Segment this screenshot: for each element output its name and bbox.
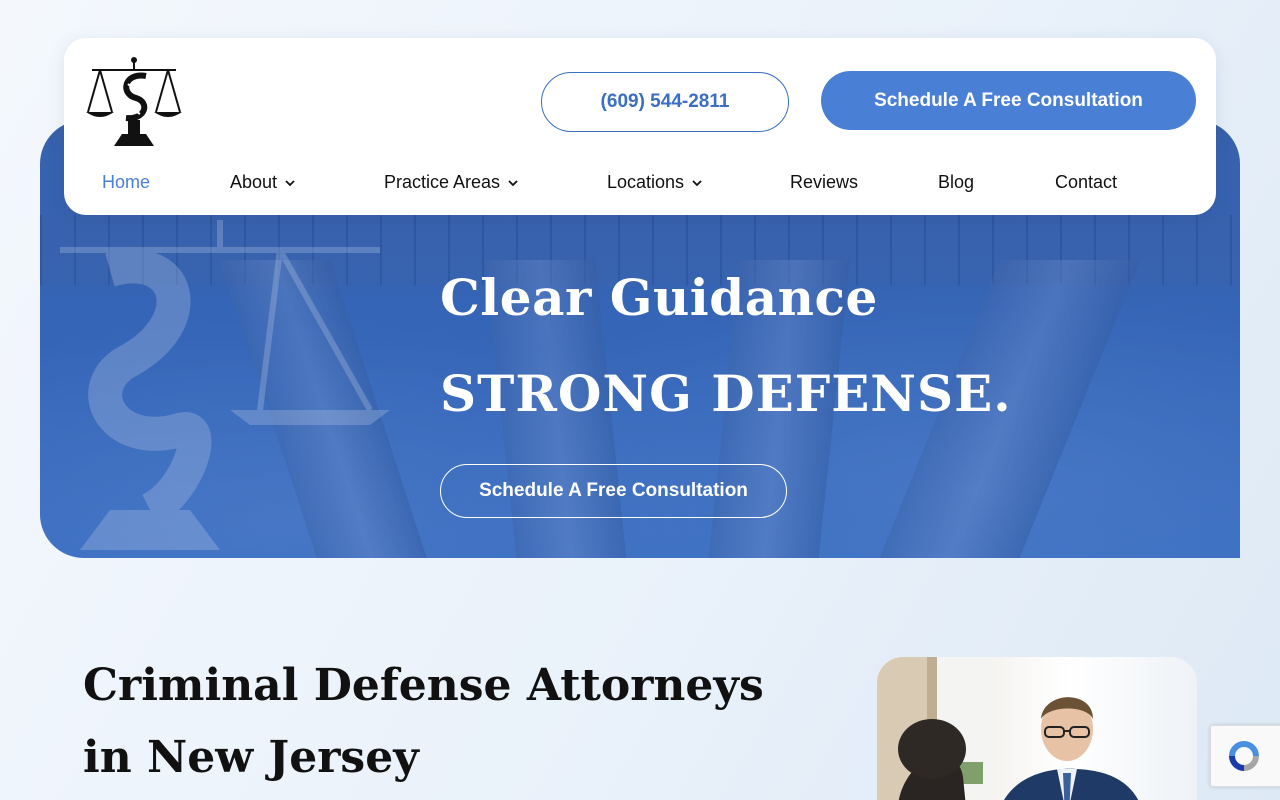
nav-item-label: Locations xyxy=(607,172,685,192)
nav-item-label: Blog xyxy=(938,172,975,192)
nav-item-about[interactable]: About xyxy=(230,172,295,193)
nav-item-blog[interactable]: Blog xyxy=(938,172,974,193)
nav-item-home[interactable]: Home xyxy=(102,172,150,193)
nav-item-label: Home xyxy=(102,172,151,192)
nav-item-label: Contact xyxy=(1055,172,1118,192)
header-consultation-button[interactable]: Schedule A Free Consultation xyxy=(821,71,1196,130)
scales-of-justice-logo[interactable] xyxy=(84,54,184,148)
recaptcha-badge[interactable] xyxy=(1210,725,1280,787)
recaptcha-icon xyxy=(1229,741,1259,771)
main-nav: Home About Practice Areas Locations Revi… xyxy=(64,168,1216,200)
nav-item-reviews[interactable]: Reviews xyxy=(790,172,858,193)
nav-item-label: About xyxy=(230,172,278,192)
hero-title-line2: STRONG DEFENSE. xyxy=(440,364,1012,423)
nav-item-label: Reviews xyxy=(790,172,859,192)
nav-item-locations[interactable]: Locations xyxy=(607,172,702,193)
chevron-down-icon xyxy=(285,179,295,186)
chevron-down-icon xyxy=(508,179,518,186)
hero-title-line1: Clear Guidance xyxy=(440,268,878,327)
attorney-photo-illustration xyxy=(877,657,1139,800)
hero-consultation-button[interactable]: Schedule A Free Consultation xyxy=(440,464,787,518)
nav-item-practice-areas[interactable]: Practice Areas xyxy=(384,172,518,193)
attorney-photo xyxy=(877,657,1197,800)
nav-item-contact[interactable]: Contact xyxy=(1055,172,1117,193)
chevron-down-icon xyxy=(692,179,702,186)
phone-button[interactable]: (609) 544-2811 xyxy=(541,72,789,132)
intro-title: Criminal Defense Attorneys in New Jersey xyxy=(83,660,764,783)
site-header: (609) 544-2811 Schedule A Free Consultat… xyxy=(64,38,1216,215)
nav-item-label: Practice Areas xyxy=(384,172,501,192)
